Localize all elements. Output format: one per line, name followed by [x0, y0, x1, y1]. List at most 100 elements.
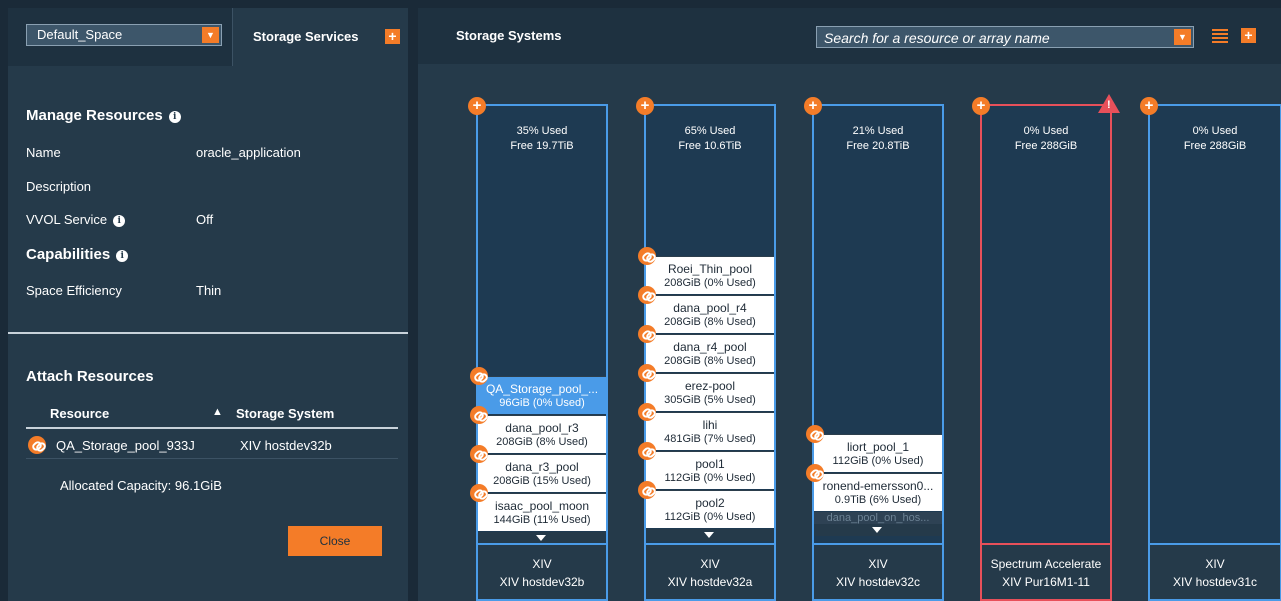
right-header: Storage Systems Search for a resource or… — [418, 8, 1281, 64]
pool-item[interactable]: pool1 112GiB (0% Used) — [638, 442, 774, 489]
add-pool-icon[interactable]: + — [468, 97, 486, 115]
add-system-icon[interactable]: + — [1241, 28, 1256, 43]
resource-table-header: Resource ▲ Storage System — [26, 397, 398, 429]
storage-system-card[interactable]: +21% Used Free 20.8TiB liort_pool_1 112GiB … — [804, 97, 944, 601]
tab-storage-services[interactable]: Storage Services + — [232, 8, 408, 66]
manage-resources-heading: Manage Resources i — [26, 107, 181, 124]
pool-name: lihi — [702, 418, 718, 432]
system-footer: Spectrum Accelerate XIV Pur16M1-11 — [980, 543, 1112, 601]
system-name: XIV hostdev32b — [499, 575, 585, 589]
pool-item[interactable]: liort_pool_1 112GiB (0% Used) — [806, 425, 942, 472]
used-percent: 21% Used — [852, 125, 904, 137]
link-icon[interactable] — [638, 403, 656, 421]
link-icon[interactable] — [638, 325, 656, 343]
storage-system-card[interactable]: +65% Used Free 10.6TiB Roei_Thin_pool 208Gi… — [636, 97, 776, 601]
pool-name: dana_pool_r4 — [673, 301, 747, 315]
row-system: XIV hostdev32b — [240, 438, 332, 453]
scroll-down-icon[interactable] — [814, 524, 942, 536]
attach-resources-title: Attach Resources — [26, 368, 154, 385]
pool-usage: 112GiB (0% Used) — [664, 472, 756, 484]
system-name: XIV Pur16M1-11 — [1002, 575, 1090, 589]
system-footer: XIV XIV hostdev31c — [1148, 543, 1281, 601]
pool-item[interactable]: erez-pool 305GiB (5% Used) — [638, 364, 774, 411]
pool-item[interactable]: ronend-emersson0... 0.9TiB (6% Used) — [806, 464, 942, 511]
pool-usage: 208GiB (0% Used) — [664, 277, 756, 289]
table-row[interactable]: QA_Storage_pool_933J XIV hostdev32b — [26, 431, 398, 459]
prop-vvol-label: VVOL Service — [26, 212, 108, 227]
prop-vvol-heading: VVOL Service i — [26, 212, 126, 227]
pool-item[interactable]: lihi 481GiB (7% Used) — [638, 403, 774, 450]
system-type: XIV — [1205, 557, 1225, 571]
allocated-capacity: Allocated Capacity: 96.1GiB — [60, 478, 222, 493]
pool-item[interactable]: dana_r4_pool 208GiB (8% Used) — [638, 325, 774, 372]
add-pool-icon[interactable]: + — [636, 97, 654, 115]
pool-name: dana_pool_r3 — [505, 421, 579, 435]
link-icon[interactable] — [638, 364, 656, 382]
space-efficiency-label: Space Efficiency — [26, 283, 122, 298]
link-icon[interactable] — [28, 436, 46, 454]
system-usage: 0% Used Free 288GiB — [1150, 124, 1280, 154]
link-icon[interactable] — [638, 286, 656, 304]
pool-usage: 208GiB (8% Used) — [664, 316, 756, 328]
info-icon[interactable]: i — [116, 250, 129, 262]
info-icon[interactable]: i — [113, 215, 126, 227]
system-name: XIV hostdev32a — [667, 575, 753, 589]
free-capacity: Free 288GiB — [1183, 140, 1247, 152]
link-icon[interactable] — [806, 464, 824, 482]
info-icon[interactable]: i — [168, 111, 181, 123]
link-icon[interactable] — [638, 481, 656, 499]
free-capacity: Free 20.8TiB — [846, 140, 910, 152]
link-icon[interactable] — [806, 425, 824, 443]
pool-usage: 208GiB (8% Used) — [664, 355, 756, 367]
pool-item[interactable]: pool2 112GiB (0% Used) — [638, 481, 774, 528]
storage-system-card[interactable]: +35% Used Free 19.7TiB QA_Storage_pool_...… — [468, 97, 608, 601]
storage-system-card[interactable]: +! 0% Used Free 288GiB Spectrum Accelerate X… — [972, 94, 1120, 601]
search-input[interactable]: Search for a resource or array name ▼ — [816, 26, 1194, 48]
link-icon[interactable] — [470, 367, 488, 385]
link-icon[interactable] — [638, 247, 656, 265]
add-pool-icon[interactable]: + — [1140, 97, 1158, 115]
prop-vvol-value: Off — [196, 212, 214, 227]
pool-item[interactable]: dana_pool_r4 208GiB (8% Used) — [638, 286, 774, 333]
pool-usage: 96GiB (0% Used) — [499, 397, 585, 409]
warning-icon[interactable]: ! — [1098, 94, 1120, 113]
close-button[interactable]: Close — [288, 526, 382, 556]
left-header: Default_Space ▼ Storage Services + — [8, 8, 408, 66]
storage-system-card[interactable]: +0% Used Free 288GiB XIV XIV hostdev31c — [1140, 97, 1281, 601]
pool-name: pool1 — [695, 457, 725, 471]
pool-name: liort_pool_1 — [846, 440, 910, 454]
link-icon[interactable] — [470, 484, 488, 502]
pool-usage: 208GiB (15% Used) — [493, 475, 591, 487]
scroll-down-icon[interactable] — [646, 529, 774, 541]
pool-item[interactable]: Roei_Thin_pool 208GiB (0% Used) — [638, 247, 774, 294]
sort-arrow-icon[interactable]: ▲ — [212, 406, 223, 418]
tab-storage-services-label: Storage Services — [253, 29, 359, 44]
space-select[interactable]: Default_Space ▼ — [26, 24, 222, 46]
list-view-icon[interactable] — [1212, 29, 1228, 43]
pool-item[interactable]: QA_Storage_pool_... 96GiB (0% Used) — [470, 367, 606, 414]
pool-item[interactable]: dana_pool_r3 208GiB (8% Used) — [470, 406, 606, 453]
space-select-value: Default_Space — [37, 27, 123, 42]
add-icon[interactable]: + — [385, 29, 400, 44]
pool-item[interactable]: dana_r3_pool 208GiB (15% Used) — [470, 445, 606, 492]
link-icon[interactable] — [470, 406, 488, 424]
pool-name: dana_r3_pool — [505, 460, 579, 474]
add-pool-icon[interactable]: + — [804, 97, 822, 115]
system-usage: 0% Used Free 288GiB — [982, 124, 1110, 154]
system-type: XIV — [868, 557, 888, 571]
col-resource[interactable]: Resource — [50, 406, 109, 421]
storage-systems-title: Storage Systems — [456, 28, 562, 43]
chevron-down-icon[interactable]: ▼ — [1174, 29, 1191, 45]
add-pool-icon[interactable]: + — [972, 97, 990, 115]
pool-name: dana_r4_pool — [673, 340, 747, 354]
pool-usage: 112GiB (0% Used) — [664, 511, 756, 523]
pool-name: QA_Storage_pool_... — [485, 382, 599, 396]
link-icon[interactable] — [638, 442, 656, 460]
col-storage-system[interactable]: Storage System — [236, 406, 334, 421]
system-name: XIV hostdev32c — [835, 575, 921, 589]
link-icon[interactable] — [470, 445, 488, 463]
chevron-down-icon[interactable]: ▼ — [202, 27, 219, 43]
capabilities-heading: Capabilities i — [26, 246, 129, 263]
pool-item[interactable]: isaac_pool_moon 144GiB (11% Used) — [470, 484, 606, 531]
pool-usage: 305GiB (5% Used) — [664, 394, 756, 406]
